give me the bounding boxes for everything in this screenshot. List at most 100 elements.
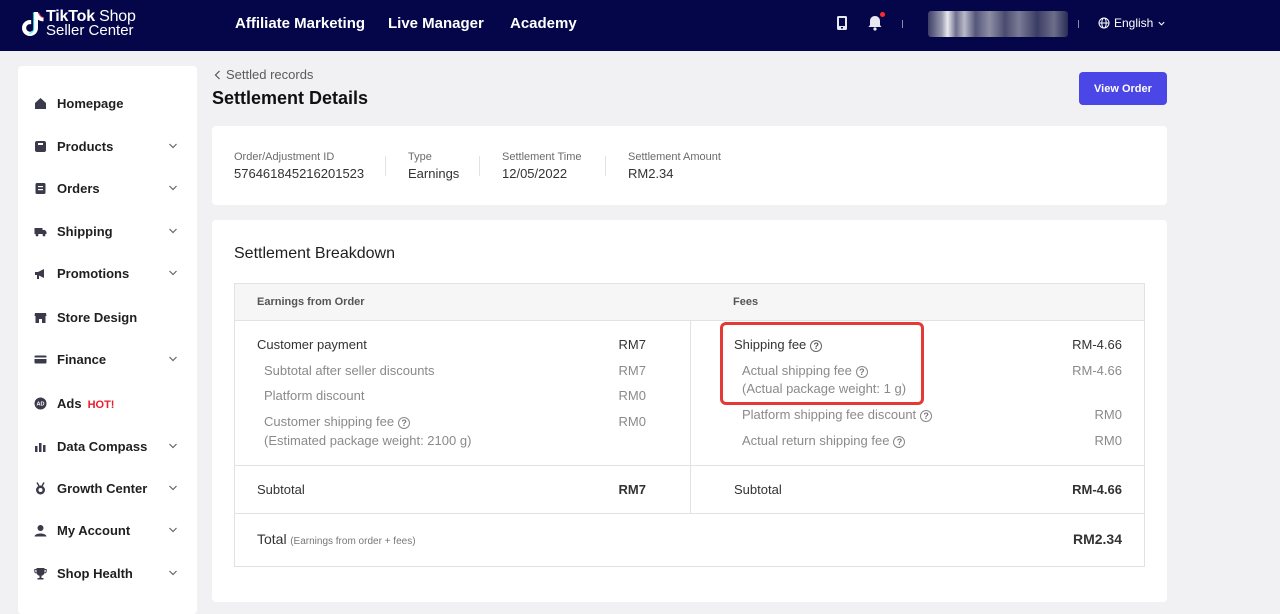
sidebar-item-label: Data Compass: [57, 438, 148, 454]
subtotal-after-discounts-label: Subtotal after seller discounts: [264, 363, 435, 378]
sidebar-item-promotions[interactable]: Promotions: [18, 261, 197, 285]
platform-shipping-discount-label: Platform shipping fee discount: [742, 407, 917, 422]
sidebar-item-label: Shipping: [57, 223, 113, 239]
language-selector[interactable]: English: [1098, 16, 1166, 30]
brand-name[interactable]: TikTok Shop Seller Center: [46, 9, 136, 39]
medal-icon: [36, 481, 45, 494]
actual-shipping-fee-amount: RM-4.66: [1072, 363, 1122, 378]
fees-subtotal-label: Subtotal: [734, 482, 782, 497]
sidebar-item-label: Ads HOT!: [57, 396, 114, 411]
total-row: Total (Earnings from order + fees): [257, 531, 416, 547]
breadcrumb-back-link[interactable]: Settled records: [214, 67, 313, 82]
info-value: Earnings: [408, 166, 460, 181]
sidebar-item-homepage[interactable]: Homepage: [18, 91, 197, 115]
sidebar-item-shop-health[interactable]: Shop Health: [18, 561, 197, 585]
customer-shipping-weight-note: (Estimated package weight: 2100 g): [264, 433, 472, 448]
info-label: Type: [408, 151, 432, 163]
nav-academy[interactable]: Academy: [510, 15, 577, 32]
earnings-subtotal-amount: RM7: [618, 482, 646, 497]
chevron-down-icon: [169, 570, 177, 576]
user-icon: [34, 524, 47, 536]
info-value: 12/05/2022: [502, 166, 568, 181]
ads-icon: AD: [34, 397, 47, 409]
row-divider: [235, 513, 1144, 514]
sidebar-item-label: My Account: [57, 522, 131, 538]
chevron-down-icon: [169, 443, 177, 449]
total-label: Total: [257, 531, 287, 547]
platform-shipping-discount-row: Platform shipping fee discount?: [742, 407, 933, 422]
account-name-blurred[interactable]: [928, 11, 1068, 37]
chevron-left-icon: [214, 70, 220, 79]
page-title: Settlement Details: [212, 88, 369, 108]
sidebar-item-orders[interactable]: Orders: [18, 176, 197, 200]
clipboard-icon: [35, 182, 46, 194]
info-settlement-amount: Settlement Amount RM2.34: [628, 151, 721, 181]
platform-shipping-discount-amount: RM0: [1094, 407, 1122, 422]
top-navbar: TikTok Shop Seller Center Affiliate Mark…: [0, 0, 1280, 51]
sidebar-item-products[interactable]: Products: [18, 134, 197, 158]
total-amount: RM2.34: [1072, 531, 1122, 547]
sidebar-item-shipping[interactable]: Shipping: [18, 219, 197, 243]
actual-return-shipping-amount: RM0: [1094, 433, 1122, 448]
highlight-box: [720, 322, 924, 405]
home-icon: [35, 97, 46, 109]
tiktok-logo-icon[interactable]: [18, 9, 48, 39]
actual-return-shipping-label: Actual return shipping fee: [742, 433, 890, 448]
shipping-fee-amount: RM-4.66: [1072, 337, 1122, 352]
chevron-down-icon: [169, 143, 177, 149]
chevron-down-icon: [169, 356, 177, 362]
breadcrumb-label: Settled records: [226, 67, 314, 82]
platform-discount-amount: RM0: [618, 388, 646, 403]
sidebar-item-data-compass[interactable]: Data Compass: [18, 434, 197, 458]
phone-icon[interactable]: [833, 14, 851, 32]
brand-seller-center: Seller Center: [46, 22, 134, 39]
row-divider: [235, 465, 1144, 466]
customer-payment-label: Customer payment: [257, 337, 367, 352]
sidebar-item-label: Orders: [57, 180, 100, 196]
settlement-breakdown-card: Settlement Breakdown Earnings from Order…: [212, 220, 1167, 602]
card-icon: [34, 355, 47, 363]
language-label: English: [1114, 16, 1154, 30]
help-icon[interactable]: ?: [893, 435, 906, 448]
sidebar-item-my-account[interactable]: My Account: [18, 518, 197, 542]
nav-affiliate-marketing[interactable]: Affiliate Marketing: [235, 15, 365, 32]
sidebar-item-label: Finance: [57, 351, 107, 367]
column-divider: [690, 321, 691, 514]
chevron-down-icon: [169, 270, 177, 276]
view-order-button[interactable]: View Order: [1079, 72, 1167, 105]
sidebar-item-label: Growth Center: [57, 480, 148, 496]
truck-icon: [34, 227, 47, 236]
info-label: Settlement Time: [502, 151, 582, 163]
divider: [385, 156, 386, 176]
sidebar-item-store-design[interactable]: Store Design: [18, 305, 197, 329]
sidebar-item-ads[interactable]: AD Ads HOT!: [18, 391, 197, 415]
subtotal-after-discounts-amount: RM7: [618, 363, 646, 378]
sidebar-item-label: Store Design: [57, 309, 138, 325]
breakdown-table: Earnings from Order Fees Customer paymen…: [234, 283, 1145, 567]
customer-shipping-fee-label: Customer shipping fee: [264, 414, 395, 429]
help-icon[interactable]: ?: [398, 416, 411, 429]
customer-payment-amount: RM7: [618, 337, 646, 352]
sidebar-item-finance[interactable]: Finance: [18, 347, 197, 371]
nav-live-manager[interactable]: Live Manager: [388, 15, 484, 32]
info-label: Settlement Amount: [628, 151, 721, 163]
bag-icon: [35, 140, 46, 152]
divider: [479, 156, 480, 176]
notification-dot: [880, 12, 885, 17]
fees-header: Fees: [733, 296, 759, 308]
divider: [605, 156, 606, 176]
globe-icon: [1098, 17, 1110, 29]
chevron-down-icon: [1158, 21, 1165, 26]
info-value: RM2.34: [628, 166, 674, 181]
help-icon[interactable]: ?: [920, 409, 933, 422]
actual-return-shipping-row: Actual return shipping fee?: [742, 433, 906, 448]
platform-discount-label: Platform discount: [264, 388, 365, 403]
chevron-down-icon: [169, 527, 177, 533]
divider: [902, 20, 903, 28]
table-header: Earnings from Order Fees: [235, 284, 1144, 321]
earnings-header: Earnings from Order: [257, 296, 365, 308]
chart-icon: [35, 442, 46, 452]
sidebar-item-growth-center[interactable]: Growth Center: [18, 476, 197, 500]
sidebar-item-label: Products: [57, 138, 114, 154]
sidebar-item-label: Shop Health: [57, 565, 133, 581]
